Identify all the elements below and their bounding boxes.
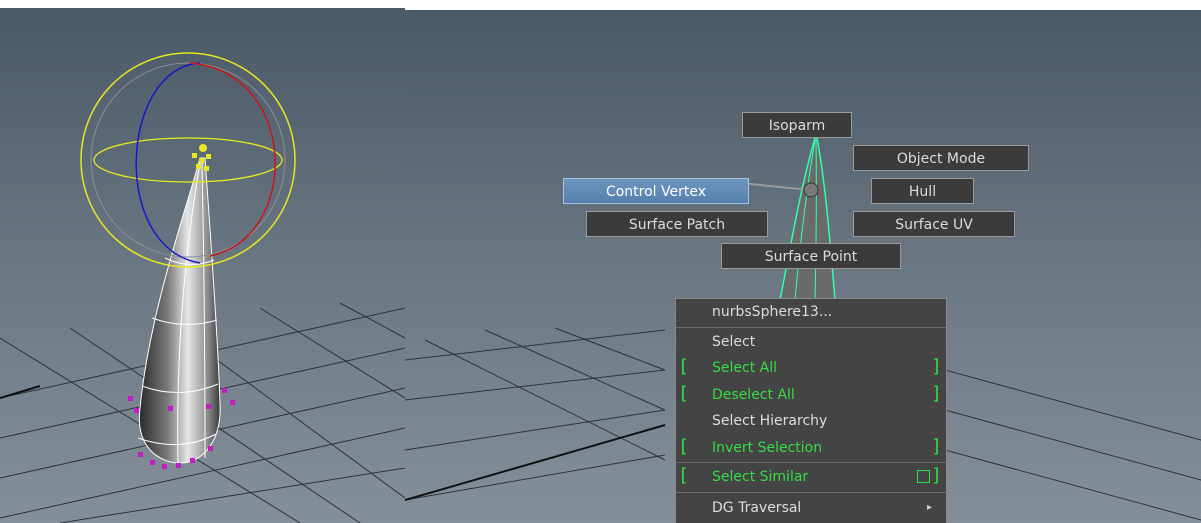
isoparm-button[interactable]: Isoparm — [742, 112, 852, 138]
option-bracket-left: [ — [678, 383, 689, 404]
hull-button[interactable]: Hull — [871, 178, 974, 204]
menu-item-select-all[interactable]: [ Select All ] — [676, 355, 946, 381]
menu-item-label: DG Traversal — [712, 500, 802, 516]
option-box-icon[interactable] — [917, 470, 930, 483]
menu-item-label: Select Similar — [712, 469, 809, 485]
menu-item-dg-traversal[interactable]: DG Traversal ▸ — [676, 495, 946, 521]
menu-separator — [676, 462, 946, 463]
menu-item-invert-selection[interactable]: [ Invert Selection ] — [676, 435, 946, 461]
submenu-arrow-icon: ▸ — [926, 502, 932, 513]
menu-item-select-similar[interactable]: [ Select Similar ] — [676, 464, 946, 490]
option-bracket-right: ] — [931, 436, 942, 457]
option-bracket-left: [ — [678, 465, 689, 486]
viewport-left[interactable] — [0, 8, 405, 523]
option-bracket-right: ] — [931, 356, 942, 377]
nurbs-shape — [779, 137, 836, 301]
option-bracket-right: ] — [931, 383, 942, 404]
surface-patch-button[interactable]: Surface Patch — [586, 211, 768, 237]
control-vertex-button[interactable]: Control Vertex — [563, 178, 749, 204]
menu-header: nurbsSphere13... — [676, 299, 946, 325]
marking-menu-center — [803, 182, 819, 198]
menu-item-select[interactable]: Select — [676, 329, 946, 355]
nurbs-shape — [138, 157, 221, 464]
option-bracket-left: [ — [678, 436, 689, 457]
menu-item-label: Select Hierarchy — [712, 413, 828, 429]
viewport-right[interactable]: Isoparm Object Mode Control Vertex Hull … — [405, 10, 1201, 523]
surface-point-button[interactable]: Surface Point — [721, 243, 901, 269]
menu-item-deselect-all[interactable]: [ Deselect All ] — [676, 382, 946, 408]
menu-separator — [676, 327, 946, 328]
object-mode-button[interactable]: Object Mode — [853, 145, 1029, 171]
surface-uv-button[interactable]: Surface UV — [853, 211, 1015, 237]
menu-item-label: Deselect All — [712, 387, 795, 403]
menu-item-label: Select All — [712, 360, 777, 376]
context-menu: nurbsSphere13... Select [ Select All ] [… — [675, 298, 947, 523]
menu-separator — [676, 492, 946, 493]
option-bracket-left: [ — [678, 356, 689, 377]
option-bracket-right: ] — [931, 465, 942, 486]
menu-item-label: Select — [712, 334, 756, 350]
menu-header-label: nurbsSphere13... — [712, 304, 833, 320]
menu-item-select-hierarchy[interactable]: Select Hierarchy — [676, 408, 946, 434]
menu-item-label: Invert Selection — [712, 440, 823, 456]
